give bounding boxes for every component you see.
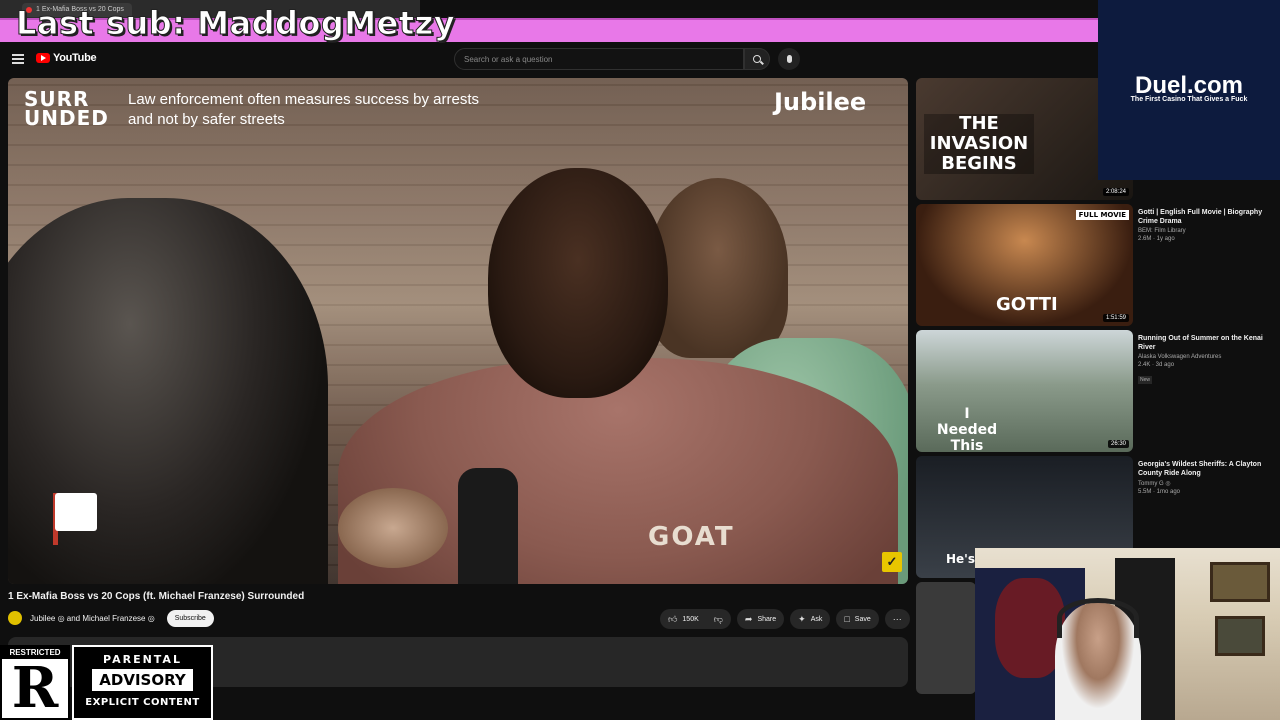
youtube-header: YouTube Search or ask a question	[0, 46, 1098, 76]
thumbnail-text: I Needed This Fish	[936, 406, 998, 452]
video-meta: Georgia's Wildest Sheriffs: A Clayton Co…	[1138, 460, 1276, 495]
thumbnail-text: GOTTI	[996, 294, 1058, 315]
video-meta: Gotti | English Full Movie | Biography C…	[1138, 208, 1276, 242]
gesturing-hand	[338, 488, 448, 568]
video-thumbnail[interactable]: I Needed This Fish 26:30	[916, 330, 1133, 452]
video-duration: 26:30	[1107, 440, 1129, 448]
shirt-print: GOAT	[648, 522, 735, 552]
new-badge: New	[1138, 376, 1153, 384]
video-title[interactable]: Running Out of Summer on the Kenai River	[1138, 334, 1276, 352]
video-player[interactable]: GOAT SURR UNDED Law enforcement often me…	[8, 78, 908, 584]
jubilee-badge-icon: ✓	[882, 552, 902, 572]
youtube-play-icon	[36, 53, 50, 63]
subscribe-button[interactable]: Subscribe	[166, 609, 214, 627]
search-input[interactable]: Search or ask a question	[454, 48, 744, 70]
podcast-microphone	[458, 468, 518, 584]
share-button[interactable]: ➦ Share	[736, 609, 785, 629]
more-icon: ⋯	[892, 613, 902, 624]
channel-name[interactable]: Jubilee ◎ and Michael Franzese ◎	[30, 614, 155, 623]
jubilee-watermark: Jubilee	[774, 88, 867, 116]
headset-icon	[1057, 598, 1139, 638]
video-thumbnail[interactable]: FULL MOVIE GOTTI 1:51:59	[916, 204, 1133, 326]
youtube-logo-text: YouTube	[53, 52, 97, 64]
video-views: 2.4K · 3d ago	[1138, 362, 1175, 368]
white-flag-icon	[53, 493, 97, 545]
background-person	[648, 178, 788, 358]
main-person-head	[488, 168, 668, 398]
youtube-logo[interactable]: YouTube	[36, 52, 97, 64]
voice-search-button[interactable]	[778, 48, 800, 70]
wall-picture	[1210, 562, 1270, 602]
surrounded-logo: SURR UNDED	[24, 87, 109, 130]
last-sub-text: Last sub: MaddogMetzy	[15, 4, 456, 43]
recommended-video[interactable]: FULL MOVIE GOTTI 1:51:59 Gotti | English…	[916, 204, 1280, 326]
action-bar: 👍︎ 150K 👎︎ ➦ Share ✦ Ask □ Save ⋯	[660, 609, 910, 629]
stream-overlay-banner: 1 Ex-Mafia Boss vs 20 Cops Last sub: Mad…	[0, 0, 1098, 46]
video-channel[interactable]: BEM: Film Library	[1138, 228, 1276, 234]
video-caption: Law enforcement often measures success b…	[128, 91, 479, 128]
video-channel[interactable]: Tommy G ◎	[1138, 480, 1276, 487]
video-title[interactable]: Gotti | English Full Movie | Biography C…	[1138, 208, 1276, 226]
ask-button[interactable]: ✦ Ask	[790, 609, 831, 629]
thumbnail-text: He's	[946, 552, 975, 566]
recommended-video[interactable]: I Needed This Fish 26:30 Running Out of …	[916, 330, 1280, 452]
sponsor-overlay: Duel.com The First Casino That Gives a F…	[1098, 0, 1280, 180]
like-count: 150K	[682, 615, 699, 623]
microphone-icon	[786, 55, 792, 63]
video-meta: Running Out of Summer on the Kenai River…	[1138, 334, 1276, 386]
menu-icon[interactable]	[12, 54, 24, 64]
thumbnail-text: THE INVASION BEGINS	[924, 114, 1034, 174]
parental-advisory-sticker: PARENTAL ADVISORY EXPLICIT CONTENT	[72, 645, 213, 720]
thumbs-down-icon[interactable]: 👎︎	[714, 614, 723, 625]
save-label: Save	[854, 615, 871, 623]
video-title[interactable]: Georgia's Wildest Sheriffs: A Clayton Co…	[1138, 460, 1276, 478]
sponsor-tagline: The First Casino That Gives a Fuck	[1130, 96, 1248, 103]
ask-label: Ask	[810, 615, 823, 623]
explicit-label: EXPLICIT CONTENT	[85, 697, 200, 708]
restricted-letter: R	[11, 655, 59, 720]
search-icon	[753, 55, 761, 63]
video-channel[interactable]: Alaska Volkswagen Adventures	[1138, 354, 1276, 360]
like-button[interactable]: 👍︎ 150K 👎︎	[660, 609, 731, 629]
thumbs-up-icon: 👍︎	[668, 613, 678, 624]
bookmark-icon: □	[844, 614, 850, 624]
flag-cloth	[55, 493, 97, 531]
search-button[interactable]	[744, 48, 770, 70]
restricted-sticker: RESTRICTED R	[0, 645, 70, 720]
parental-label: PARENTAL	[103, 653, 182, 666]
recommended-video-partial[interactable]	[916, 582, 976, 694]
surrounded-logo-text: SURR UNDED	[24, 87, 109, 130]
share-icon: ➦	[744, 613, 753, 624]
save-button[interactable]: □ Save	[836, 609, 879, 629]
more-actions-button[interactable]: ⋯	[884, 609, 910, 629]
streamer-webcam	[975, 548, 1280, 720]
channel-row: Jubilee ◎ and Michael Franzese ◎ Subscri…	[8, 609, 214, 627]
video-title: 1 Ex-Mafia Boss vs 20 Cops (ft. Michael …	[8, 591, 305, 602]
video-duration: 2:08:24	[1102, 188, 1129, 196]
video-views: 5.5M · 1mo ago	[1138, 489, 1181, 495]
channel-avatar[interactable]	[8, 611, 22, 625]
sparkle-icon: ✦	[798, 613, 806, 624]
video-views: 2.6M · 1y ago	[1138, 236, 1175, 242]
share-label: Share	[757, 615, 777, 623]
video-duration: 1:51:59	[1102, 314, 1129, 322]
thumbnail-badge: FULL MOVIE	[1075, 210, 1129, 220]
advisory-label: ADVISORY	[92, 669, 193, 691]
wall-picture	[1215, 616, 1265, 656]
